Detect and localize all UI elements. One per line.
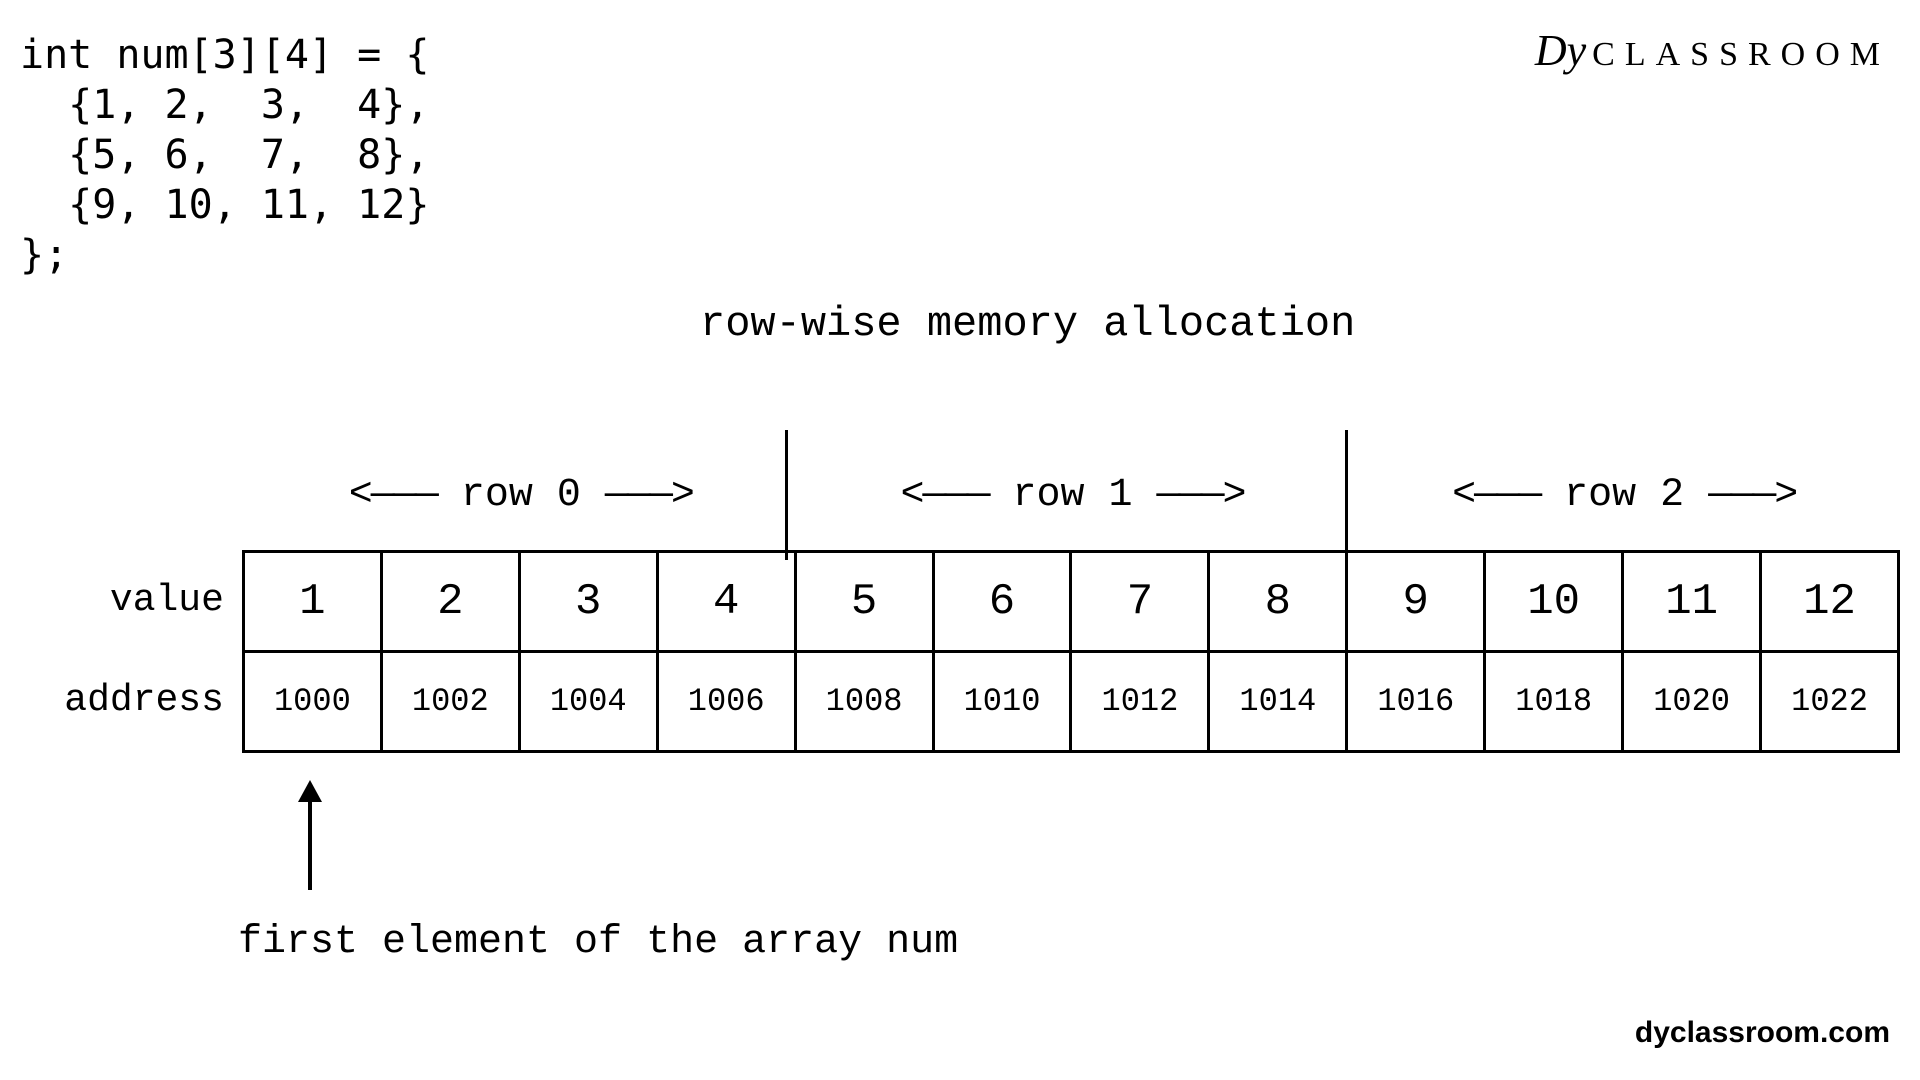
address-cell: 1000 [243, 652, 381, 752]
arrow-left-icon: <——— [349, 473, 437, 518]
value-cell: 10 [1485, 552, 1623, 652]
row-label: row 1 [1012, 473, 1132, 518]
value-row: 1 2 3 4 5 6 7 8 9 10 11 12 [243, 552, 1898, 652]
footer-credit: dyclassroom.com [1635, 1016, 1890, 1050]
value-cell: 12 [1761, 552, 1899, 652]
address-cell: 1012 [1071, 652, 1209, 752]
address-cell: 1014 [1209, 652, 1347, 752]
address-cell: 1006 [657, 652, 795, 752]
address-cell: 1008 [795, 652, 933, 752]
address-cell: 1022 [1761, 652, 1899, 752]
row-label: row 2 [1564, 473, 1684, 518]
row-header-0: <——— row 0 ———> [245, 473, 797, 518]
address-label: address [20, 650, 224, 750]
value-cell: 3 [519, 552, 657, 652]
arrow-right-icon: ———> [1708, 473, 1796, 518]
address-cell: 1020 [1623, 652, 1761, 752]
code-block: int num[3][4] = { {1, 2, 3, 4}, {5, 6, 7… [20, 30, 429, 280]
address-cell: 1010 [933, 652, 1071, 752]
value-cell: 11 [1623, 552, 1761, 652]
value-cell: 9 [1347, 552, 1485, 652]
value-label: value [20, 550, 224, 650]
first-element-caption: first element of the array num [238, 920, 958, 965]
row-header-1: <——— row 1 ———> [797, 473, 1349, 518]
address-cell: 1004 [519, 652, 657, 752]
memory-diagram: <——— row 0 ———> <——— row 1 ———> <——— row… [20, 440, 1900, 753]
logo-script: Dy [1535, 26, 1586, 75]
value-cell: 8 [1209, 552, 1347, 652]
value-cell: 2 [381, 552, 519, 652]
arrow-right-icon: ———> [605, 473, 693, 518]
row-headers: <——— row 0 ———> <——— row 1 ———> <——— row… [245, 440, 1900, 550]
value-cell: 1 [243, 552, 381, 652]
value-cell: 4 [657, 552, 795, 652]
memory-table: 1 2 3 4 5 6 7 8 9 10 11 12 1000 1002 100… [242, 550, 1900, 753]
side-labels: value address [20, 550, 242, 750]
row-label: row 0 [461, 473, 581, 518]
value-cell: 6 [933, 552, 1071, 652]
address-cell: 1002 [381, 652, 519, 752]
arrow-left-icon: <——— [1452, 473, 1540, 518]
diagram-title: row-wise memory allocation [700, 300, 1355, 348]
address-cell: 1018 [1485, 652, 1623, 752]
value-cell: 5 [795, 552, 933, 652]
arrow-up-icon [295, 780, 325, 890]
arrow-left-icon: <——— [900, 473, 988, 518]
brand-logo: DyCLASSROOM [1535, 25, 1890, 76]
arrow-right-icon: ———> [1157, 473, 1245, 518]
address-row: 1000 1002 1004 1006 1008 1010 1012 1014 … [243, 652, 1898, 752]
address-cell: 1016 [1347, 652, 1485, 752]
value-cell: 7 [1071, 552, 1209, 652]
row-header-2: <——— row 2 ———> [1348, 473, 1900, 518]
memory-table-wrap: value address 1 2 3 4 5 6 7 8 9 10 11 12… [20, 550, 1900, 753]
logo-text: CLASSROOM [1592, 36, 1890, 73]
